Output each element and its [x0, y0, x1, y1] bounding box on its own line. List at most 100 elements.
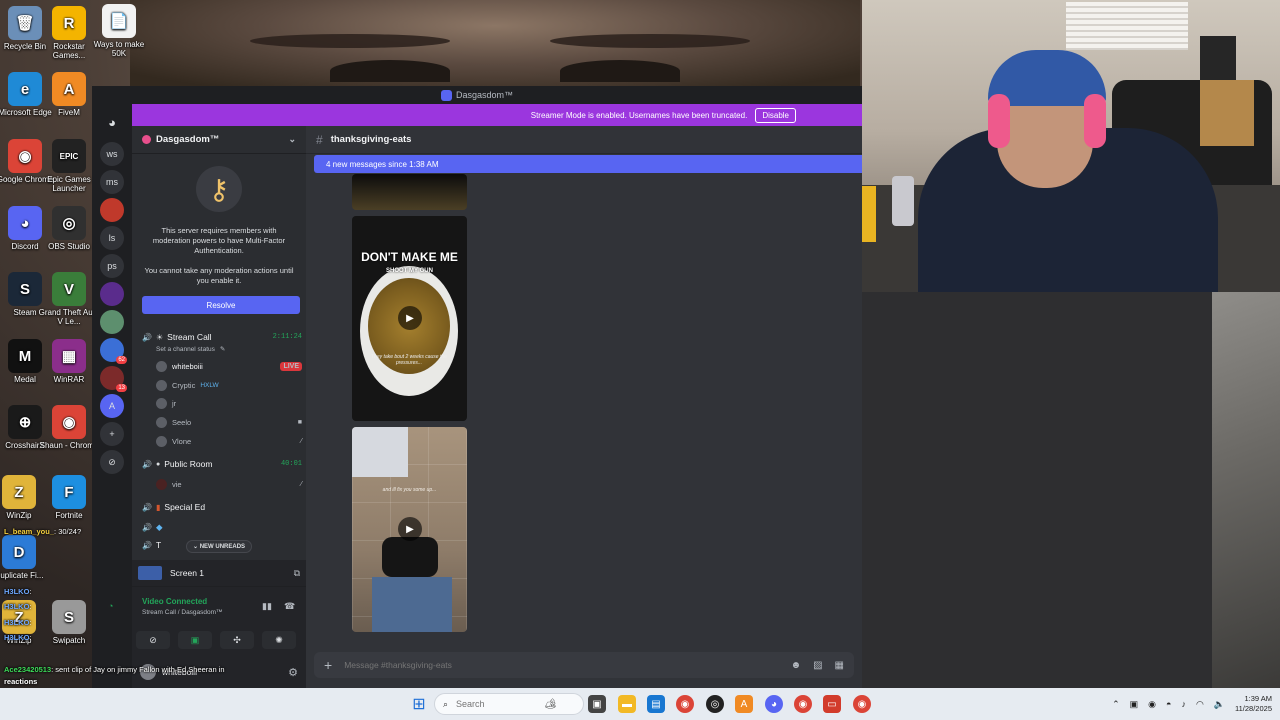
- desktop-icon-label: WinRAR: [53, 375, 85, 384]
- speaker-icon: 🔊: [142, 459, 152, 469]
- chat-header: # thanksgiving-eats: [306, 126, 862, 154]
- chat-username: H3LKO: [4, 618, 30, 627]
- desktop-icon[interactable]: 📄 Ways to make 50K: [88, 4, 150, 58]
- voice-channel-public-room[interactable]: 🔊 ● Public Room 40:01: [142, 459, 302, 469]
- voice-member[interactable]: Seelo ■: [156, 417, 302, 428]
- voice-member[interactable]: Cryptic HXLW: [156, 380, 302, 391]
- video-caption-main: DON'T MAKE ME: [361, 250, 458, 264]
- microphone-icon[interactable]: ♪: [1181, 699, 1186, 709]
- video-feet: [382, 537, 438, 577]
- desktop-icon[interactable]: ▦ WinRAR: [38, 339, 100, 384]
- volume-icon[interactable]: 🔈: [1214, 699, 1225, 710]
- app-icon: EPIC: [52, 139, 86, 173]
- store-icon[interactable]: ▤: [647, 695, 665, 713]
- add-attachment-icon[interactable]: +: [324, 657, 332, 673]
- fivem-icon[interactable]: A: [735, 695, 753, 713]
- server-icon[interactable]: 13: [100, 366, 127, 392]
- wifi-icon[interactable]: ◠: [1196, 699, 1204, 710]
- tray-app-icon[interactable]: ▣: [1130, 699, 1139, 710]
- server-icon[interactable]: 62: [100, 338, 127, 364]
- resolve-button[interactable]: Resolve: [142, 296, 300, 314]
- member-name: jr: [172, 399, 177, 408]
- server-header[interactable]: Dasgasdom™ ⌄: [132, 126, 306, 154]
- video-subtitle: They take bout 2 weeks cause the pressur…: [371, 354, 447, 366]
- disable-streamer-mode-button[interactable]: Disable: [755, 107, 796, 123]
- server-icon[interactable]: ls: [100, 226, 124, 250]
- server-icon[interactable]: +: [100, 422, 124, 446]
- chat-message: Ace23420513: sent clip of Jay on jimmy F…: [4, 665, 225, 674]
- wallpaper-eye-right: [560, 60, 680, 82]
- server-icon[interactable]: [100, 198, 124, 222]
- app-icon: ◎: [52, 206, 86, 240]
- play-icon[interactable]: ▶: [398, 306, 422, 330]
- discord-home-icon[interactable]: ◕: [100, 110, 124, 134]
- message-input[interactable]: [344, 660, 779, 670]
- chat-username: reactions: [4, 677, 38, 686]
- voice-member[interactable]: Vlone ⁄: [156, 436, 302, 447]
- desktop-icon[interactable]: EPIC Epic Games Launcher: [38, 139, 100, 193]
- taskbar-search[interactable]: ⌕ 🏕: [434, 693, 584, 715]
- chat-text: :: [29, 602, 32, 611]
- avatar: [156, 417, 167, 428]
- chat-username: L_beam_you_: [4, 527, 55, 536]
- chat-message: H3LKO:: [4, 633, 32, 642]
- desktop-icon[interactable]: ◉ Shaun - Chrome: [38, 405, 100, 450]
- discord-icon[interactable]: ◕: [765, 695, 783, 713]
- server-icon[interactable]: ⊘: [100, 450, 124, 474]
- desktop-icon[interactable]: A FiveM: [38, 72, 100, 117]
- server-icon[interactable]: [100, 310, 124, 334]
- desktop-icon[interactable]: V Grand Theft Auto V Le...: [38, 272, 100, 326]
- gift-icon[interactable]: ☻: [791, 660, 802, 671]
- server-label: ws: [106, 149, 118, 159]
- tray-app-icon[interactable]: ◉: [1148, 699, 1156, 710]
- video-attachment[interactable]: DON'T MAKE ME SHOOT MY GUN They take bou…: [352, 216, 467, 421]
- webcam-blinds: [1066, 2, 1188, 50]
- live-badge: LIVE: [280, 362, 302, 371]
- play-icon[interactable]: ▶: [398, 517, 422, 541]
- chat-message: H3LKO:: [4, 602, 32, 611]
- server-icon: [440, 89, 452, 101]
- sticker-icon[interactable]: ▨: [813, 660, 822, 671]
- new-messages-bar[interactable]: 4 new messages since 1:38 AM: [314, 155, 862, 173]
- chrome-icon[interactable]: ◉: [853, 695, 871, 713]
- desktop-icon[interactable]: ◎ OBS Studio: [38, 206, 100, 251]
- tray-app-icon[interactable]: ◓: [1166, 699, 1171, 709]
- voice-member[interactable]: whiteboiii LIVE: [156, 361, 302, 372]
- chat-text: :: [29, 618, 32, 627]
- desktop-icon-label: Epic Games Launcher: [47, 175, 91, 193]
- file-explorer-icon[interactable]: ▬: [618, 695, 636, 713]
- server-icon[interactable]: [100, 282, 124, 306]
- apps-icon[interactable]: ▦: [835, 660, 844, 671]
- chrome-icon[interactable]: ◉: [676, 695, 694, 713]
- member-tag: HXLW: [200, 382, 219, 389]
- voice-channel-stream-call[interactable]: 🔊 ☀ Stream Call 2:11:24: [142, 332, 302, 342]
- avatar: [156, 398, 167, 409]
- task-view-icon[interactable]: ▣: [588, 695, 606, 713]
- search-highlight-icon: 🏕: [544, 698, 557, 710]
- avatar: [156, 436, 167, 447]
- server-icon[interactable]: ms: [100, 170, 124, 194]
- desktop-icon-label: Ways to make 50K: [93, 40, 145, 58]
- chat-text: : sent clip of Jay on jimmy Fallon with …: [51, 665, 225, 674]
- clock[interactable]: 1:39 AM 11/28/2025: [1235, 694, 1272, 714]
- chrome-icon[interactable]: ◉: [794, 695, 812, 713]
- avatar: [156, 361, 167, 372]
- app-icon[interactable]: ▭: [823, 695, 841, 713]
- app-icon: M: [8, 339, 42, 373]
- video-attachment[interactable]: [352, 174, 467, 210]
- chat-message: L_beam_you_: 30/24?: [4, 527, 81, 536]
- window-titlebar[interactable]: Dasgasdom™: [92, 86, 862, 104]
- server-icon[interactable]: A: [100, 394, 124, 418]
- voice-member[interactable]: jr: [156, 398, 302, 409]
- video-attachment[interactable]: and ill fix you some up... ▶: [352, 427, 467, 632]
- server-icon[interactable]: ws: [100, 142, 124, 166]
- desktop-icon-label: Shaun - Chrome: [39, 441, 99, 450]
- search-input[interactable]: [456, 699, 537, 709]
- member-name: Seelo: [172, 418, 192, 427]
- server-label: ⊘: [108, 456, 116, 467]
- channel-status[interactable]: Set a channel status ✎: [156, 345, 302, 354]
- windows-start-icon[interactable]: ⊞: [410, 695, 428, 713]
- chevron-up-icon[interactable]: ⌃: [1112, 699, 1120, 710]
- server-icon[interactable]: ps: [100, 254, 124, 278]
- obs-icon[interactable]: ◎: [706, 695, 724, 713]
